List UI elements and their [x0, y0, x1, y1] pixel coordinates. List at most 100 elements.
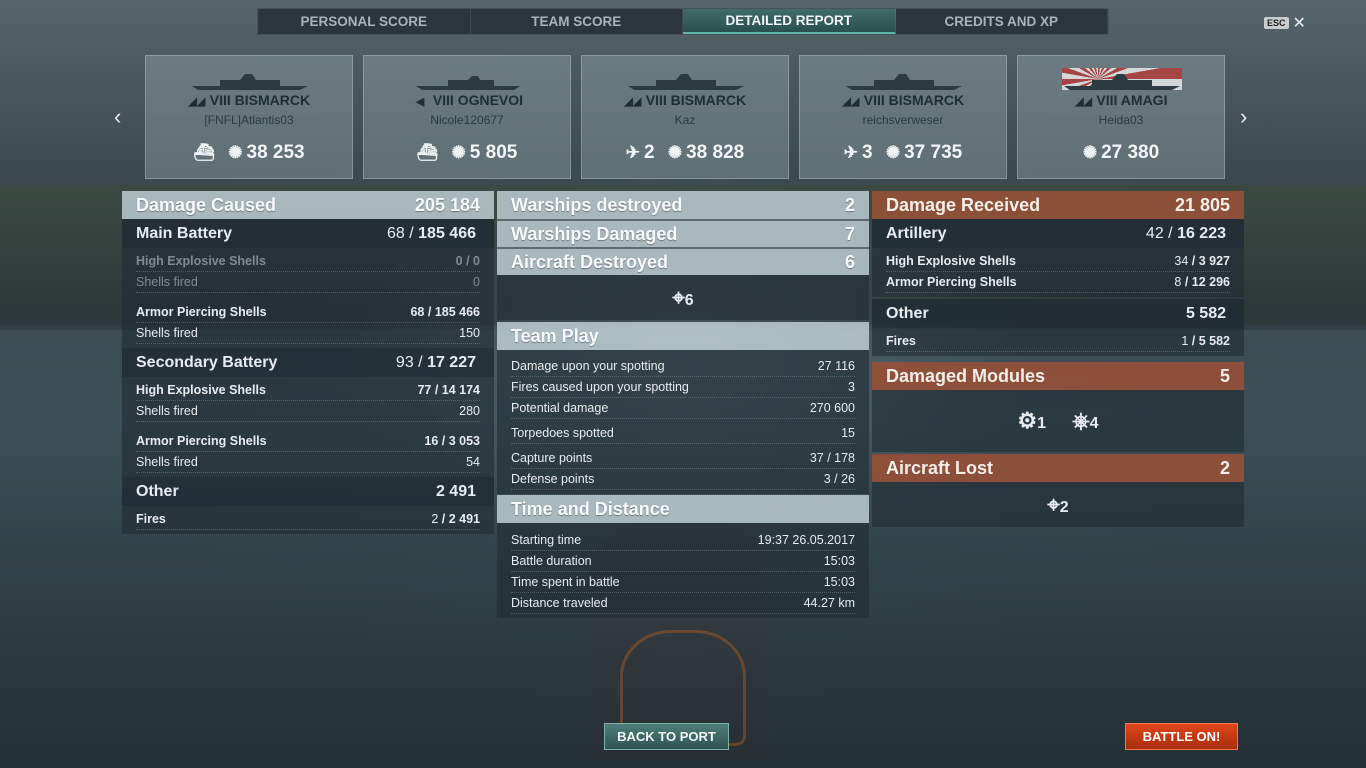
battleship-class-icon: ◢◢ — [1075, 96, 1092, 108]
damaged-modules-value: 5 — [1219, 365, 1230, 386]
sunk-ship-icon: ⛴ — [416, 143, 439, 162]
module-count: 4 — [1089, 415, 1099, 432]
artillery-label: Artillery — [886, 224, 947, 242]
damage-value: 38 828 — [686, 142, 745, 163]
ship-card[interactable]: ◢◢ VIII BISMARCK reichsverweser ✈ 3 ✺ 37 7… — [799, 55, 1007, 179]
damage-value: 5 805 — [469, 142, 518, 163]
ship-card[interactable]: ◢◢ VIII BISMARCK [FNFL]Atlantis03 ⛴ ✺ 38 … — [145, 55, 353, 179]
secondary-battery-label: Secondary Battery — [136, 353, 278, 371]
back-to-port-button[interactable]: BACK TO PORT — [604, 723, 729, 750]
ship-silhouette-icon — [1064, 74, 1180, 90]
damage-caused-title: Damage Caused — [136, 194, 277, 215]
tab-detailed-report[interactable]: DETAILED REPORT — [683, 9, 896, 34]
ship-silhouette-icon — [846, 74, 962, 90]
artillery-hits: 42 — [1145, 224, 1164, 242]
warships-damaged-label: Warships Damaged — [511, 223, 678, 244]
ship-tier-name: VIII AMAGI — [1096, 92, 1168, 108]
ship-silhouette-icon — [192, 74, 308, 90]
other-total: 2 491 — [435, 482, 476, 500]
table-row: Defense points 3 / 26 — [511, 469, 855, 490]
esc-key-label: ESC — [1264, 17, 1289, 29]
damage-caused-total: 205 184 — [414, 194, 480, 215]
warships-destroyed-label: Warships destroyed — [511, 194, 683, 215]
planes-value: 2 — [644, 142, 655, 163]
damaged-steering-module-icon: ⎈ — [1072, 408, 1090, 433]
table-row: High Explosive Shells 77 / 14 174 — [136, 380, 480, 401]
secondary-battery-hits: 93 — [395, 353, 414, 371]
table-row: High Explosive Shells 34 / 3 927 — [886, 251, 1230, 272]
crosshair-icon: ⌖ — [1047, 491, 1060, 517]
other-received-label: Other — [886, 304, 929, 322]
tab-personal-score[interactable]: PERSONAL SCORE — [258, 9, 471, 34]
warships-damaged-value: 7 — [844, 223, 855, 244]
table-row: Armor Piercing Shells 16 / 3 053 — [136, 431, 480, 452]
ship-card[interactable]: ◢◢ VIII AMAGI Heida03 ✺ 27 380 — [1017, 55, 1225, 179]
table-row: Fires 2 / 2 491 — [136, 509, 480, 530]
damage-value: 38 253 — [246, 142, 305, 163]
player-name: Kaz — [674, 113, 696, 127]
battleship-class-icon: ◢◢ — [188, 96, 206, 108]
player-name: [FNFL]Atlantis03 — [204, 113, 294, 127]
ship-silhouette-icon — [628, 74, 744, 90]
ship-tier-name: VIII BISMARCK — [863, 92, 965, 108]
damage-received-panel: Damage Received 21 805 Artillery 42 / 16 2… — [872, 191, 1244, 527]
table-row: High Explosive Shells 0 / 0 — [136, 251, 480, 272]
table-row: Fires 1 / 5 582 — [886, 331, 1230, 352]
ship-card[interactable]: ◢◢ VIII BISMARCK Kaz ✈ 2 ✺ 38 828 — [581, 55, 789, 179]
aircraft-lost-value: 2 — [1219, 457, 1230, 478]
aircraft-destroyed-label: Aircraft Destroyed — [511, 251, 669, 272]
plane-shot-icon: ✈ — [843, 143, 858, 162]
table-row: Armor Piercing Shells 68 / 185 466 — [136, 302, 480, 323]
tab-bar: PERSONAL SCORE TEAM SCORE DETAILED REPOR… — [257, 8, 1109, 35]
damage-received-title: Damage Received — [886, 194, 1041, 215]
damage-explosion-icon: ✺ — [451, 143, 466, 162]
table-row: Damage upon your spotting 27 116 — [511, 356, 855, 377]
damage-value: 37 735 — [904, 142, 963, 163]
aircraft-lost-label: Aircraft Lost — [886, 457, 994, 478]
time-distance-title: Time and Distance — [511, 498, 670, 519]
esc-close-button[interactable]: ESC ✕ — [1264, 13, 1306, 33]
aircraft-destroyed-value: 6 — [844, 251, 855, 272]
ship-tier-name: VIII BISMARCK — [209, 92, 311, 108]
damage-explosion-icon: ✺ — [885, 143, 901, 162]
kills-panel: Warships destroyed 2 Warships Damaged 7 Ai… — [497, 191, 869, 618]
warships-destroyed-value: 2 — [844, 194, 855, 215]
tab-credits-xp[interactable]: CREDITS AND XP — [896, 9, 1108, 34]
secondary-battery-damage: 17 227 — [427, 353, 476, 371]
crosshair-icon: ⌖ — [672, 284, 685, 310]
table-row: Shells fired 280 — [136, 401, 480, 422]
ship-card[interactable]: ◀ VIII OGNEVOI Nicole120677 ⛴ ✺ 5 805 — [363, 55, 571, 179]
ship-tier-name: VIII OGNEVOI — [432, 92, 524, 108]
damage-explosion-icon: ✺ — [667, 143, 683, 162]
ship-tier-name: VIII BISMARCK — [645, 92, 747, 108]
next-arrow-icon[interactable]: › — [1240, 104, 1247, 130]
battleship-class-icon: ◢◢ — [842, 96, 860, 108]
table-row: Distance traveled 44.27 km — [511, 593, 855, 614]
damage-value: 27 380 — [1101, 142, 1160, 163]
damage-received-total: 21 805 — [1174, 194, 1230, 215]
table-row: Shells fired 54 — [136, 452, 480, 473]
table-row: Shells fired 0 — [136, 272, 480, 293]
player-name: Nicole120677 — [430, 113, 504, 127]
table-row: Potential damage 270 600 — [511, 398, 855, 419]
player-name: Heida03 — [1098, 113, 1144, 127]
player-name: reichsverweser — [862, 113, 944, 127]
table-row: Capture points 37 / 178 — [511, 448, 855, 469]
battle-on-button[interactable]: BATTLE ON! — [1125, 723, 1238, 750]
aircraft-lost-icon-count: 2 — [1059, 498, 1069, 516]
damage-caused-panel: Damage Caused 205 184 Main Battery 68 / 18… — [122, 191, 494, 534]
aircraft-icon-count: 6 — [684, 291, 694, 309]
table-row: Starting time 19:37 26.05.2017 — [511, 530, 855, 551]
close-icon[interactable]: ✕ — [1293, 13, 1306, 33]
destroyer-class-icon: ◀ — [415, 96, 425, 108]
main-battery-damage: 185 466 — [418, 224, 476, 242]
sunk-ship-icon: ⛴ — [193, 143, 215, 162]
planes-value: 3 — [862, 142, 873, 163]
prev-arrow-icon[interactable]: ‹ — [114, 104, 121, 130]
table-row: Shells fired 150 — [136, 323, 480, 344]
other-label: Other — [136, 482, 179, 500]
table-row: Time spent in battle 15:03 — [511, 572, 855, 593]
tab-team-score[interactable]: TEAM SCORE — [471, 9, 683, 34]
team-play-title: Team Play — [511, 325, 599, 346]
table-row: Fires caused upon your spotting 3 — [511, 377, 855, 398]
